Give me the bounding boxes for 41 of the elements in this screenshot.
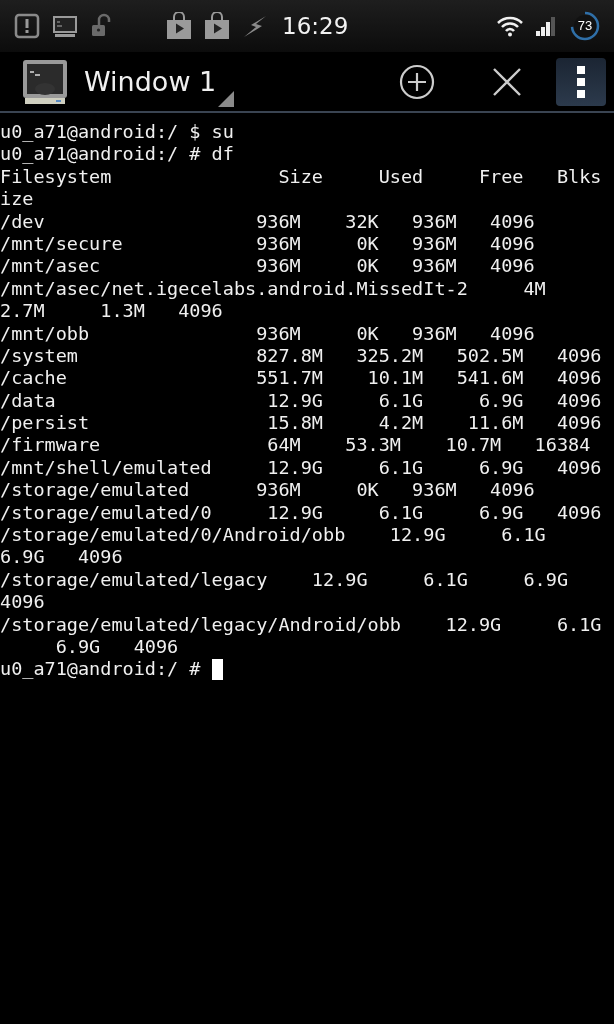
terminal-output-line: /cache 551.7M 10.1M 541.6M 4096 bbox=[0, 367, 602, 390]
menu-icon bbox=[576, 65, 586, 98]
shopping-bag-play-icon bbox=[204, 12, 230, 40]
terminal-icon bbox=[52, 13, 78, 39]
terminal-output-line: /mnt/secure 936M 0K 936M 4096 bbox=[0, 232, 535, 256]
shopping-bag-play-icon bbox=[166, 12, 192, 40]
window-selector[interactable]: Window 1 bbox=[68, 56, 235, 107]
terminal-output-line: /system 827.8M 325.2M 502.5M 4096 bbox=[0, 344, 602, 368]
plus-circle-icon bbox=[399, 63, 435, 100]
terminal-output-line: /mnt/obb 936M 0K 936M 4096 bbox=[0, 322, 535, 345]
terminal-output-line: 2.7M 1.3M 4096 bbox=[0, 300, 223, 323]
command-prompt: u0_a71@android:/ # df bbox=[0, 143, 234, 166]
terminal-output-line: /data 12.9G 6.1G 6.9G 4096 bbox=[0, 389, 602, 413]
wifi-icon bbox=[496, 15, 524, 37]
command-prompt: u0_a71@android:/ $ su bbox=[0, 121, 234, 144]
terminal-output-line: /storage/emulated/0/Android/obb 12.9G 6.1G bbox=[0, 524, 546, 547]
terminal-output-line: /mnt/asec 936M 0K 936M 4096 bbox=[0, 255, 535, 278]
terminal-output-line: /storage/emulated/0 12.9G 6.1G 6.9G 4096 bbox=[0, 501, 602, 525]
terminal-output-line: /storage/emulated/legacy 12.9G 6.1G 6.9G bbox=[0, 568, 569, 592]
terminal-output-line: /mnt/asec/net.igecelabs.android.MissedIt-2 4M bbox=[0, 277, 546, 301]
terminal-output-line: Filesystem Size Used Free Blks bbox=[0, 165, 602, 189]
battery-indicator: 73 bbox=[570, 11, 600, 41]
terminal-output-line: /mnt/shell/emulated 12.9G 6.1G 6.9G 4096 bbox=[0, 456, 602, 480]
terminal-output-line: /persist 15.8M 4.2M 11.6M 4096 bbox=[0, 412, 602, 435]
command-prompt: u0_a71@android:/ # bbox=[0, 658, 202, 681]
terminal-output-line: ize bbox=[0, 188, 34, 211]
close-icon bbox=[492, 66, 522, 97]
signal-icon bbox=[536, 15, 558, 37]
terminal-output-line: 4096 bbox=[0, 591, 45, 614]
overflow-menu-button[interactable] bbox=[556, 57, 606, 106]
terminal-output-line: /storage/emulated/legacy/Android/obb 12.9G 6.1G bbox=[0, 613, 602, 636]
terminal-app-icon bbox=[22, 58, 68, 105]
clock-time: 16:29 bbox=[282, 13, 349, 39]
terminal-output-line: 6.9G 4096 bbox=[54, 636, 179, 659]
terminal-output-line: 6.9G 4096 bbox=[0, 546, 123, 569]
terminal-output-line: /firmware 64M 53.3M 10.7M 16384 bbox=[0, 434, 591, 457]
dropdown-corner-icon bbox=[218, 90, 235, 107]
alert-icon bbox=[14, 13, 40, 39]
terminal-output-line: /dev 936M 32K 936M 4096 bbox=[0, 210, 535, 233]
unlocked-padlock-icon bbox=[90, 13, 112, 39]
terminal-output-line: /storage/emulated 936M 0K 936M 4096 bbox=[0, 479, 535, 502]
